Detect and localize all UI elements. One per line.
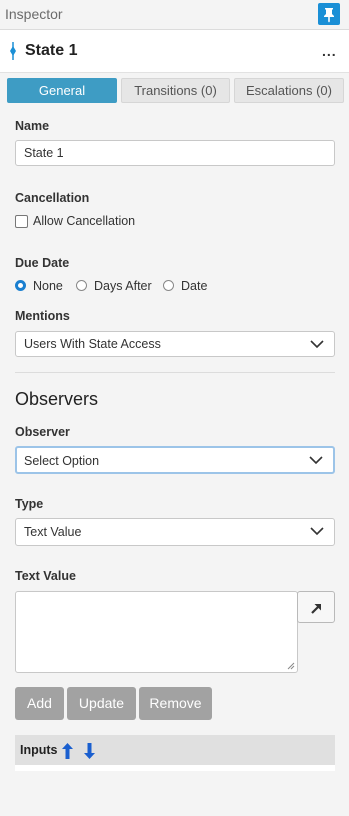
- inputs-header: Inputs: [15, 735, 335, 765]
- more-options-button[interactable]: ...: [322, 43, 337, 59]
- state-header: State 1 ...: [0, 30, 349, 73]
- chevron-down-icon: [309, 456, 323, 465]
- mentions-select[interactable]: Users With State Access: [15, 331, 335, 357]
- type-select[interactable]: Text Value: [15, 518, 335, 546]
- panel-title: Inspector: [5, 6, 63, 22]
- due-date-date-label: Date: [181, 279, 208, 293]
- observers-title: Observers: [15, 389, 99, 409]
- due-date-date-radio[interactable]: [163, 280, 174, 291]
- name-label: Name: [15, 119, 50, 133]
- pin-icon: [324, 8, 334, 23]
- observer-value: Select Option: [24, 454, 100, 468]
- chevron-down-icon: [310, 340, 324, 349]
- due-date-label: Due Date: [15, 256, 70, 270]
- state-title: State 1: [25, 42, 78, 59]
- tab-transitions[interactable]: Transitions (0): [121, 78, 230, 103]
- due-date-days-after-label: Days After: [94, 279, 152, 293]
- state-icon: [10, 42, 16, 60]
- general-panel: Name State 1 Cancellation Allow Cancella…: [0, 110, 349, 816]
- name-input[interactable]: State 1: [15, 140, 335, 166]
- type-value: Text Value: [24, 525, 82, 539]
- sort-down-icon[interactable]: [84, 743, 95, 759]
- observer-label: Observer: [15, 425, 70, 439]
- remove-button[interactable]: Remove: [139, 687, 212, 720]
- resize-handle-icon[interactable]: [287, 662, 295, 670]
- mentions-label: Mentions: [15, 309, 70, 323]
- inspector-titlebar: Inspector: [0, 0, 349, 30]
- allow-cancellation-label: Allow Cancellation: [33, 214, 136, 228]
- chevron-down-icon: [310, 527, 324, 536]
- tab-escalations[interactable]: Escalations (0): [234, 78, 344, 103]
- inputs-list: [15, 765, 335, 771]
- sort-up-icon[interactable]: [62, 743, 73, 759]
- due-date-none-label: None: [33, 279, 63, 293]
- text-value-label: Text Value: [15, 569, 76, 583]
- mentions-value: Users With State Access: [24, 337, 161, 351]
- update-button[interactable]: Update: [67, 687, 136, 720]
- tab-general[interactable]: General: [7, 78, 117, 103]
- expand-arrow-icon: [311, 604, 321, 614]
- tab-bar: General Transitions (0) Escalations (0): [0, 73, 349, 107]
- allow-cancellation-checkbox[interactable]: [15, 215, 28, 228]
- type-label: Type: [15, 497, 44, 511]
- text-value-textarea[interactable]: [15, 591, 298, 673]
- observer-select[interactable]: Select Option: [15, 446, 335, 474]
- due-date-days-after-radio[interactable]: [76, 280, 87, 291]
- section-divider: [15, 372, 335, 373]
- inputs-label: Inputs: [20, 743, 58, 757]
- cancellation-label: Cancellation: [15, 191, 90, 205]
- pin-button[interactable]: [318, 3, 340, 25]
- due-date-none-radio[interactable]: [15, 280, 26, 291]
- add-button[interactable]: Add: [15, 687, 64, 720]
- expand-editor-button[interactable]: [297, 591, 335, 623]
